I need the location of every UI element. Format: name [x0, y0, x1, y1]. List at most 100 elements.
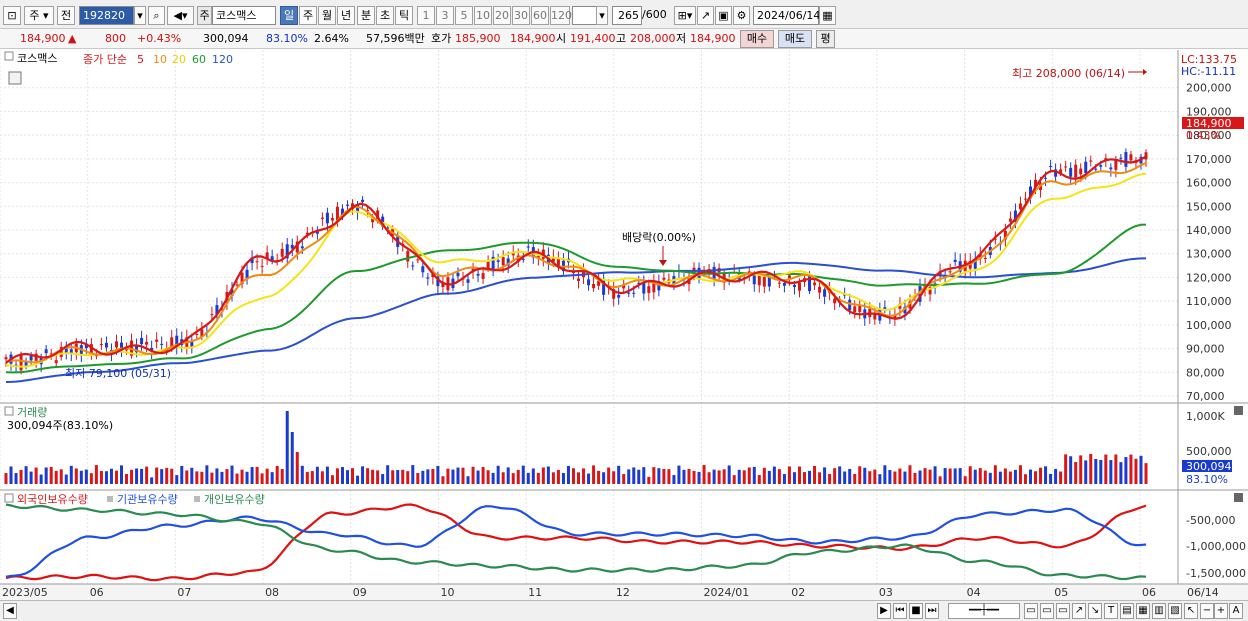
text-icon[interactable]: T — [1104, 603, 1118, 619]
x-tick-label: 2024/01 — [704, 586, 750, 599]
buy-button[interactable]: 매수 — [740, 30, 774, 48]
interval-30[interactable]: 30 — [512, 6, 530, 25]
sound-icon[interactable]: ◀▾ — [167, 6, 194, 25]
chart-icon[interactable]: ▧ — [1168, 603, 1182, 619]
candle-body — [873, 314, 877, 320]
volume-bar — [797, 466, 801, 484]
close-icon[interactable] — [1234, 493, 1243, 502]
layout-icon[interactable]: ▭ — [1040, 603, 1054, 619]
volume-current-pct: 83.10% — [1186, 473, 1228, 486]
interval-dropdown-icon[interactable]: ▾ — [596, 6, 608, 25]
candle-body — [1129, 154, 1133, 161]
volume-bar — [607, 467, 611, 484]
type-dropdown[interactable]: 주 ▾ — [24, 6, 54, 25]
gear-icon[interactable]: ⚙ — [733, 6, 750, 25]
volume-bar — [632, 467, 636, 484]
ma-label: 종가 단순 — [83, 53, 127, 66]
indicator-icon[interactable]: ⊞▾ — [674, 6, 696, 25]
volume-bar — [496, 465, 500, 484]
volume-bar — [767, 470, 771, 484]
rewind-icon[interactable]: ⏮ — [893, 603, 907, 619]
volume-bar — [556, 469, 560, 484]
window-icon[interactable]: ⊡ — [3, 6, 21, 25]
period-second[interactable]: 초 — [376, 6, 394, 25]
interval-1[interactable]: 1 — [417, 6, 435, 25]
zoom-slider[interactable]: ━━┼━━ — [948, 603, 1020, 619]
volume-bar — [125, 473, 129, 484]
code-dropdown-icon[interactable]: ▾ — [134, 6, 146, 25]
chart-icon[interactable]: ▦ — [1136, 603, 1150, 619]
candle-body — [1094, 168, 1098, 170]
zoom-in-icon[interactable]: + — [1214, 603, 1228, 619]
forward-icon[interactable]: ⏭ — [925, 603, 939, 619]
trend-icon[interactable]: ↘ — [1088, 603, 1102, 619]
interval-3[interactable]: 3 — [436, 6, 454, 25]
stock-code-input[interactable]: 192820 — [79, 6, 134, 25]
search-icon[interactable]: ⌕ — [148, 6, 165, 25]
period-day[interactable]: 일 — [280, 6, 298, 25]
stop-icon[interactable]: ■ — [909, 603, 923, 619]
period-tick[interactable]: 틱 — [395, 6, 413, 25]
sell-button[interactable]: 매도 — [778, 30, 812, 48]
interval-120[interactable]: 120 — [550, 6, 572, 25]
save-icon[interactable]: ▣ — [715, 6, 732, 25]
trend-icon[interactable]: ↗ — [1072, 603, 1086, 619]
chart-icon[interactable]: ▥ — [1152, 603, 1166, 619]
count-input[interactable]: 265 — [612, 6, 642, 25]
volume-bar — [74, 468, 78, 484]
font-size-icon[interactable]: A — [1229, 603, 1243, 619]
volume-bar — [1064, 454, 1068, 484]
candle-body — [411, 265, 415, 267]
eval-button[interactable]: 평 — [816, 30, 835, 48]
calculator-icon[interactable] — [8, 71, 22, 85]
candle-body — [54, 360, 58, 364]
candle-body — [1064, 166, 1068, 168]
date-input[interactable]: 2024/06/14 — [753, 6, 820, 25]
interval-5[interactable]: 5 — [455, 6, 473, 25]
zoom-out-icon[interactable]: − — [1200, 603, 1214, 619]
calendar-icon[interactable]: ▦ — [819, 6, 836, 25]
interval-60[interactable]: 60 — [531, 6, 549, 25]
candle-body — [818, 286, 822, 293]
volume-bar — [873, 469, 877, 484]
volume-bar — [622, 474, 626, 484]
scroll-right-icon[interactable]: ▶ — [877, 603, 891, 619]
close-icon[interactable] — [1234, 406, 1243, 415]
cursor-icon[interactable]: ↖ — [1184, 603, 1198, 619]
candle-body — [833, 298, 837, 304]
candle-body — [456, 272, 460, 277]
interval-10[interactable]: 10 — [474, 6, 492, 25]
volume-bar — [351, 468, 355, 484]
chart-svg[interactable]: 코스맥스 종가 단순 5 10 20 60 120 최고 208,000 (06… — [0, 50, 1248, 600]
hc-label: HC:-11.11 — [1181, 65, 1236, 78]
volume-bar — [335, 468, 339, 484]
layout-icon[interactable]: ▭ — [1056, 603, 1070, 619]
y-tick-label: 170,000 — [1186, 153, 1232, 166]
volume-bar — [431, 468, 435, 484]
period-week[interactable]: 주 — [299, 6, 317, 25]
volume-bar — [521, 465, 525, 484]
interval-20[interactable]: 20 — [493, 6, 511, 25]
layout-icon[interactable]: ▭ — [1024, 603, 1038, 619]
candle-body — [19, 355, 23, 371]
volume-bar — [582, 468, 586, 484]
scroll-left-icon[interactable]: ◀ — [3, 603, 17, 619]
period-month[interactable]: 월 — [318, 6, 336, 25]
draw-tool-icon[interactable]: ↗ — [697, 6, 714, 25]
volume-bar — [1039, 467, 1043, 484]
volume-bar — [506, 467, 510, 484]
x-tick-label: 10 — [440, 586, 454, 599]
volume-bar — [1023, 474, 1027, 484]
y-tick-label: 200,000 — [1186, 82, 1232, 95]
chart-icon[interactable]: ▤ — [1120, 603, 1134, 619]
volume-bar — [848, 468, 852, 484]
volume-bar — [19, 469, 23, 484]
x-tick-label: 07 — [177, 586, 191, 599]
volume-bar — [340, 467, 344, 484]
volume-bar — [471, 466, 475, 484]
prev-button[interactable]: 전 — [57, 6, 75, 25]
volume-bar — [1013, 469, 1017, 484]
volume-bar — [49, 466, 53, 484]
period-year[interactable]: 년 — [337, 6, 355, 25]
period-minute[interactable]: 분 — [357, 6, 375, 25]
